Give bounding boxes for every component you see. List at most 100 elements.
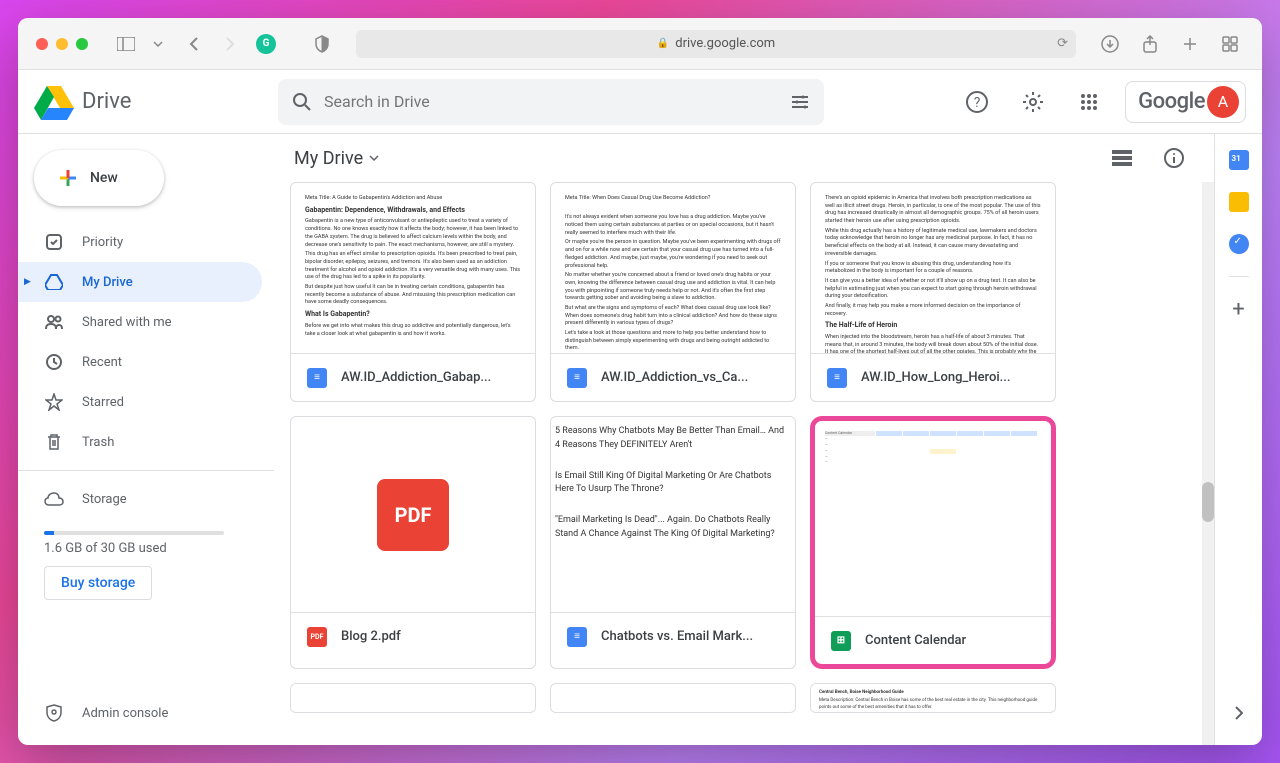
- lock-icon: 🔒: [657, 38, 669, 49]
- cloud-icon: [44, 492, 64, 506]
- people-icon: [44, 314, 64, 330]
- drive-logo[interactable]: Drive: [34, 84, 270, 120]
- addons-plus-icon[interactable]: +: [1229, 299, 1249, 319]
- storage-bar: [44, 531, 224, 535]
- chevron-down-icon: [369, 155, 379, 161]
- file-card[interactable]: Central Bench, Boise Neighborhood Guide …: [810, 683, 1056, 713]
- tasks-icon[interactable]: [1229, 234, 1249, 254]
- file-card[interactable]: There's an opioid epidemic in America th…: [810, 182, 1056, 402]
- sidebar: New Priority ▶ My Drive Shared with me: [18, 134, 274, 745]
- file-name: AW.ID_Addiction_Gabap...: [341, 370, 491, 385]
- tab-overview-icon[interactable]: [1216, 30, 1244, 58]
- trash-icon: [44, 433, 64, 451]
- new-tab-icon[interactable]: [1176, 30, 1204, 58]
- storage-text: 1.6 GB of 30 GB used: [44, 541, 248, 556]
- file-name: AW.ID_Addiction_vs_Ca...: [601, 370, 748, 385]
- nav-label: Shared with me: [82, 315, 172, 330]
- browser-titlebar: G 🔒 drive.google.com ⟳: [18, 18, 1262, 70]
- nav-label: Admin console: [82, 706, 168, 721]
- buy-storage-button[interactable]: Buy storage: [44, 566, 152, 600]
- nav-label: Storage: [82, 492, 127, 507]
- window-controls: [36, 38, 88, 50]
- nav-storage[interactable]: Storage: [18, 479, 262, 519]
- drive-icon: [44, 274, 64, 290]
- nav-admin[interactable]: Admin console: [18, 693, 262, 733]
- file-thumbnail: 5 Reasons Why Chatbots May Be Better Tha…: [551, 417, 795, 612]
- minimize-window[interactable]: [56, 38, 68, 50]
- side-panel: +: [1214, 134, 1262, 745]
- nav-label: Starred: [82, 395, 124, 410]
- file-thumbnail: Meta Title: When Does Casual Drug Use Be…: [551, 183, 795, 353]
- nav-recent[interactable]: Recent: [18, 342, 262, 382]
- docs-icon: ≡: [567, 627, 587, 647]
- file-thumbnail: There's an opioid epidemic in America th…: [811, 183, 1055, 353]
- file-thumbnail: PDF: [291, 417, 535, 612]
- settings-icon[interactable]: [1013, 82, 1053, 122]
- file-card[interactable]: [550, 683, 796, 713]
- file-card[interactable]: Meta Title: A Guide to Gabapentin's Addi…: [290, 182, 536, 402]
- new-button-label: New: [90, 170, 118, 186]
- keep-icon[interactable]: [1229, 192, 1249, 212]
- file-card[interactable]: PDF PDF Blog 2.pdf: [290, 416, 536, 669]
- search-input[interactable]: [324, 92, 778, 111]
- support-icon[interactable]: ?: [957, 82, 997, 122]
- nav-label: My Drive: [82, 275, 133, 290]
- file-card[interactable]: 5 Reasons Why Chatbots May Be Better Tha…: [550, 416, 796, 669]
- account-chip[interactable]: Google A: [1125, 81, 1246, 123]
- downloads-icon[interactable]: [1096, 30, 1124, 58]
- file-thumbnail: Central Bench, Boise Neighborhood Guide …: [811, 684, 1055, 712]
- nav-priority[interactable]: Priority: [18, 222, 262, 262]
- info-icon[interactable]: [1154, 138, 1194, 178]
- docs-icon: ≡: [307, 368, 327, 388]
- file-card[interactable]: [290, 683, 536, 713]
- breadcrumb[interactable]: My Drive: [294, 148, 379, 169]
- scrollbar-thumb[interactable]: [1202, 482, 1214, 522]
- shield-icon[interactable]: [308, 30, 336, 58]
- share-icon[interactable]: [1136, 30, 1164, 58]
- calendar-icon[interactable]: [1229, 150, 1249, 170]
- file-name: Blog 2.pdf: [341, 629, 401, 644]
- search-bar[interactable]: [278, 79, 824, 125]
- nav-shared[interactable]: Shared with me: [18, 302, 262, 342]
- file-name: Chatbots vs. Email Mark...: [601, 629, 753, 644]
- grammarly-extension-icon[interactable]: G: [252, 30, 280, 58]
- app-header: Drive ? Google A: [18, 70, 1262, 134]
- nav-label: Recent: [82, 355, 122, 370]
- url-text: drive.google.com: [675, 36, 775, 51]
- search-options-icon[interactable]: [790, 92, 810, 112]
- check-circle-icon: [44, 233, 64, 251]
- forward-button[interactable]: [216, 30, 244, 58]
- reload-icon[interactable]: ⟳: [1057, 36, 1068, 51]
- app-name: Drive: [82, 89, 131, 114]
- pdf-icon: PDF: [307, 627, 327, 647]
- file-thumbnail: [551, 684, 795, 712]
- list-view-icon[interactable]: [1102, 138, 1142, 178]
- main-content: My Drive Meta Title: A Guide to: [274, 134, 1214, 745]
- url-bar[interactable]: 🔒 drive.google.com ⟳: [356, 30, 1076, 58]
- nav-my-drive[interactable]: ▶ My Drive: [18, 262, 262, 302]
- nav-starred[interactable]: Starred: [18, 382, 262, 422]
- collapse-panel-icon[interactable]: [1223, 697, 1255, 729]
- plus-icon: [54, 166, 78, 190]
- new-button[interactable]: New: [34, 150, 164, 206]
- docs-icon: ≡: [827, 368, 847, 388]
- back-button[interactable]: [180, 30, 208, 58]
- nav-trash[interactable]: Trash: [18, 422, 262, 462]
- nav-label: Priority: [82, 235, 123, 250]
- apps-icon[interactable]: [1069, 82, 1109, 122]
- sidebar-toggle-icon[interactable]: [112, 30, 140, 58]
- search-icon: [292, 92, 312, 112]
- scrollbar[interactable]: [1202, 182, 1214, 745]
- maximize-window[interactable]: [76, 38, 88, 50]
- file-card[interactable]: Meta Title: When Does Casual Drug Use Be…: [550, 182, 796, 402]
- file-name: Content Calendar: [865, 633, 966, 648]
- nav-label: Trash: [82, 435, 114, 450]
- toolbar-dropdown-icon[interactable]: [144, 30, 172, 58]
- admin-icon: [44, 704, 64, 722]
- star-icon: [44, 393, 64, 411]
- svg-text:?: ?: [974, 95, 981, 111]
- close-window[interactable]: [36, 38, 48, 50]
- file-name: AW.ID_How_Long_Heroi...: [861, 370, 1011, 385]
- clock-icon: [44, 353, 64, 371]
- file-card-highlighted[interactable]: Content Calendar — — — — — ⊞Content: [810, 416, 1056, 669]
